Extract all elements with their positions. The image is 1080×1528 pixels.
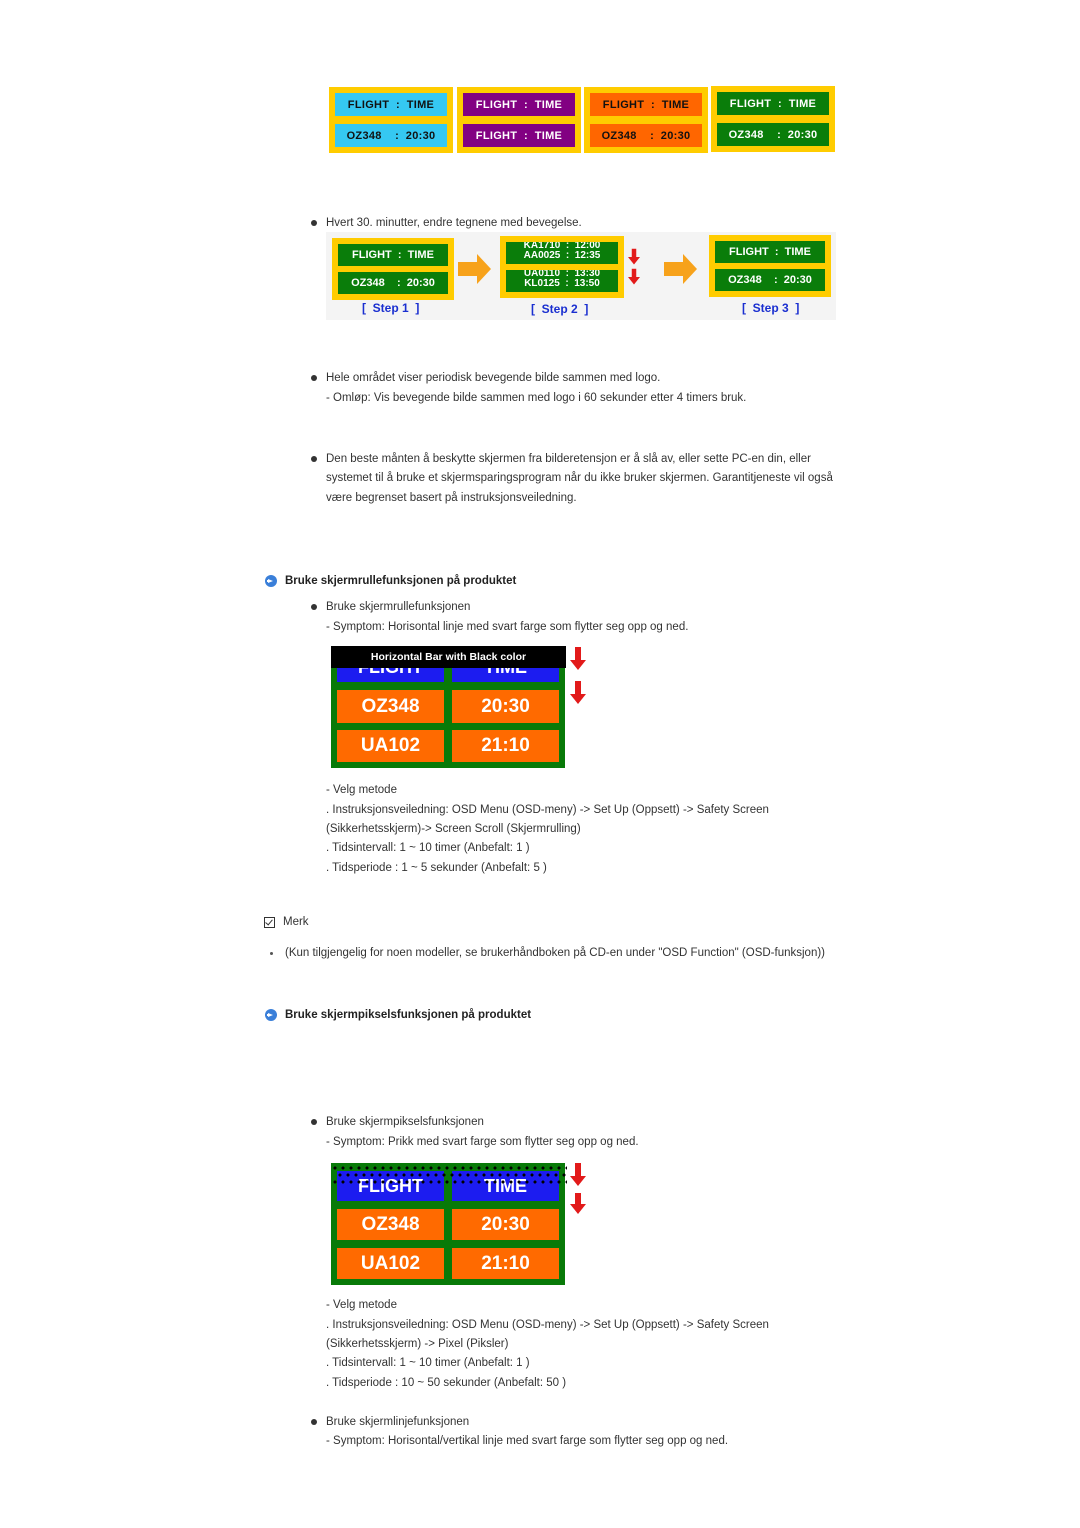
scroll-text: AA0025 : 12:35 (523, 250, 601, 261)
bullet-icon (311, 375, 317, 381)
black-dot-row (331, 1166, 567, 1170)
panel-row: OZ348 : 20:30 (717, 123, 829, 146)
bullet-icon (311, 1419, 317, 1425)
method-line: - Velg metode (326, 1299, 397, 1311)
paragraph-line: Den beste månten å beskytte skjermen fra… (326, 453, 811, 465)
small-bullet-icon (270, 952, 273, 955)
panel-row: OZ348 : 20:30 (338, 272, 448, 294)
orange-arrow-icon (664, 262, 684, 276)
red-down-arrow-icon (570, 647, 586, 670)
method-line: . Tidsintervall: 1 ~ 10 timer (Anbefalt:… (326, 1357, 530, 1369)
section-heading-scroll: Bruke skjermrullefunksjonen på produktet (285, 575, 517, 587)
step-label: [ Step 1 ] (362, 301, 420, 315)
step-label: [ Step 3 ] (742, 301, 800, 315)
panel-row: FLIGHT : TIME (338, 244, 448, 266)
method-line: . Instruksjonsveiledning: OSD Menu (OSD-… (326, 1319, 769, 1331)
sub-text: - Omløp: Vis bevegende bilde sammen med … (326, 392, 747, 404)
orange-arrow-head-icon (683, 254, 697, 284)
step2-panel: KA1710 : 12:00 AA0025 : 12:35 UA0110 : 1… (500, 236, 624, 298)
note-text: (Kun tilgjengelig for noen modeller, se … (285, 947, 826, 959)
method-line: - Velg metode (326, 784, 397, 796)
panel-row: FLIGHT : TIME (715, 241, 825, 263)
sub-text: - Symptom: Horisontal linje med svart fa… (326, 621, 689, 633)
board-cell: 21:10 (452, 1248, 559, 1279)
red-down-arrow-icon (628, 268, 640, 286)
scroll-text: KL0125 : 13:50 (524, 278, 600, 289)
color-panel-green: FLIGHT : TIME OZ348 : 20:30 (711, 86, 835, 152)
orange-arrow-head-icon (477, 254, 491, 284)
color-panel-cyan: FLIGHT : TIME OZ348 : 20:30 (329, 87, 453, 153)
panel-row-scrolling: KA1710 : 12:00 AA0025 : 12:35 (506, 242, 618, 264)
bullet-icon (311, 604, 317, 610)
sub-text: - Symptom: Prikk med svart farge som fly… (326, 1136, 639, 1148)
panel-row: OZ348 : 20:30 (335, 124, 447, 147)
color-panel-orange: FLIGHT : TIME OZ348 : 20:30 (584, 87, 708, 153)
method-line: . Instruksjonsveiledning: OSD Menu (OSD-… (326, 804, 769, 816)
board-cell: UA102 (337, 730, 444, 762)
note-label: Merk (283, 916, 309, 928)
bullet-text: Hele området viser periodisk bevegende b… (326, 372, 661, 384)
bullet-text: Bruke skjermrullefunksjonen (326, 601, 471, 613)
method-line: . Tidsperiode : 1 ~ 5 sekunder (Anbefalt… (326, 862, 547, 874)
bullet-icon (311, 1119, 317, 1125)
arrow-circle-icon (265, 575, 277, 587)
method-line: . Tidsintervall: 1 ~ 10 timer (Anbefalt:… (326, 842, 530, 854)
paragraph-line: systemet til å bruke et skjermsparingspr… (326, 472, 833, 484)
board-cell: 21:10 (452, 730, 559, 762)
black-horizontal-bar: Horizontal Bar with Black color (331, 646, 566, 668)
arrow-circle-icon (265, 1009, 277, 1021)
panel-row: OZ348 : 20:30 (715, 269, 825, 291)
bullet-icon (311, 220, 317, 226)
panel-row: FLIGHT : TIME (463, 124, 575, 147)
panel-row: FLIGHT : TIME (463, 93, 575, 116)
bullet-text: Hvert 30. minutter, endre tegnene med be… (326, 217, 582, 229)
bullet-icon (311, 456, 317, 462)
panel-row: FLIGHT : TIME (335, 93, 447, 116)
paragraph-line: være begrenset basert på instruksjonsvei… (326, 492, 577, 504)
method-line: (Sikkerhetsskjerm)-> Screen Scroll (Skje… (326, 823, 581, 835)
board-cell: 20:30 (452, 690, 559, 723)
orange-arrow-icon (458, 262, 478, 276)
panel-row: OZ348 : 20:30 (590, 124, 702, 147)
panel-row: FLIGHT : TIME (717, 92, 829, 115)
red-down-arrow-icon (570, 681, 586, 704)
step-label: [ Step 2 ] (531, 302, 589, 316)
black-dot-row (336, 1173, 566, 1177)
color-panel-purple: FLIGHT : TIME FLIGHT : TIME (457, 87, 581, 153)
panel-row: FLIGHT : TIME (590, 93, 702, 116)
method-line: . Tidsperiode : 10 ~ 50 sekunder (Anbefa… (326, 1377, 567, 1389)
steps-figure: FLIGHT : TIME OZ348 : 20:30 KA1710 : 12:… (326, 232, 836, 320)
red-down-arrow-icon (570, 1193, 586, 1215)
method-line: (Sikkerhetsskjerm) -> Pixel (Piksler) (326, 1338, 509, 1350)
panel-row-scrolling: UA0110 : 13:30 KL0125 : 13:50 (506, 270, 618, 292)
red-down-arrow-icon (628, 248, 640, 266)
board-cell: 20:30 (452, 1209, 559, 1240)
board-cell: UA102 (337, 1248, 444, 1279)
step3-panel: FLIGHT : TIME OZ348 : 20:30 (709, 235, 831, 297)
bullet-text: Bruke skjermlinjefunksjonen (326, 1416, 470, 1428)
board-cell: OZ348 (337, 690, 444, 723)
bullet-text: Bruke skjermpikselsfunksjonen (326, 1116, 484, 1128)
red-down-arrow-icon (570, 1163, 586, 1186)
step1-panel: FLIGHT : TIME OZ348 : 20:30 (332, 238, 454, 300)
section-heading-pixel: Bruke skjermpikselsfunksjonen på produkt… (285, 1009, 532, 1021)
board-cell: OZ348 (337, 1209, 444, 1240)
sub-text: - Symptom: Horisontal/vertikal linje med… (326, 1435, 729, 1447)
checkbox-note-icon (264, 917, 275, 928)
black-dot-row (331, 1180, 567, 1184)
